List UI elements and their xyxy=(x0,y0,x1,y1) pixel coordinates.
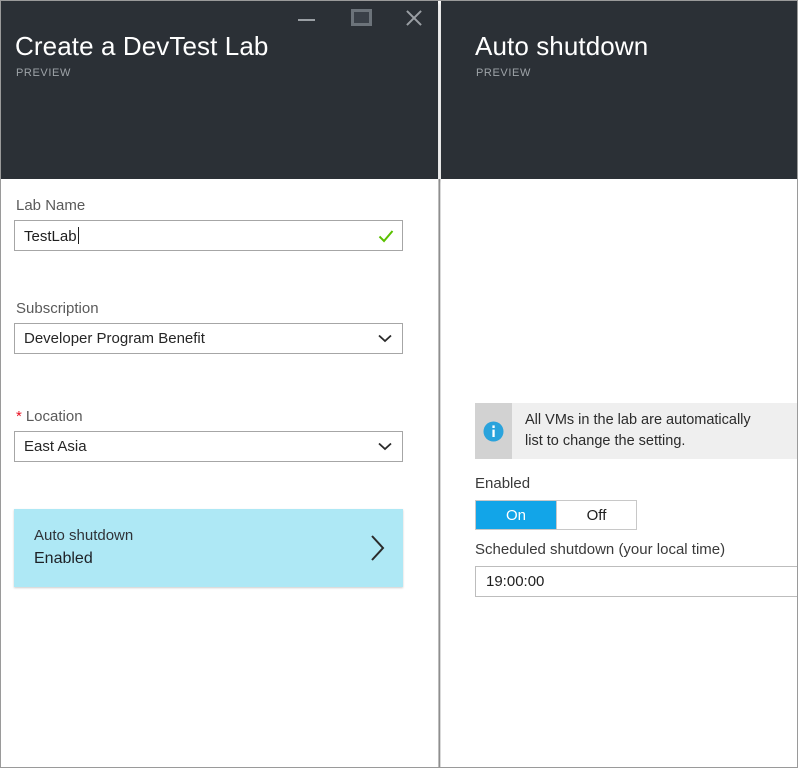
azure-portal-window: Create a DevTest Lab PREVIEW Lab Name Te… xyxy=(0,0,798,768)
subscription-label: Subscription xyxy=(16,300,99,317)
chevron-down-icon xyxy=(378,442,392,451)
enabled-label: Enabled xyxy=(475,475,531,492)
location-value: East Asia xyxy=(24,438,87,455)
lab-name-label: Lab Name xyxy=(16,197,86,214)
chevron-down-icon xyxy=(378,334,392,343)
preview-badge: PREVIEW xyxy=(16,67,71,79)
location-label-text: Location xyxy=(25,408,83,425)
blade-create-devtest-lab: Create a DevTest Lab PREVIEW Lab Name Te… xyxy=(1,1,438,767)
enabled-option-off[interactable]: Off xyxy=(556,501,636,529)
info-banner-text: All VMs in the lab are automatically lis… xyxy=(512,403,797,459)
minimize-button[interactable] xyxy=(292,5,322,31)
info-banner-icon-column xyxy=(475,403,512,459)
restore-icon xyxy=(351,9,372,26)
enabled-toggle[interactable]: On Off xyxy=(475,500,637,530)
info-banner: All VMs in the lab are automatically lis… xyxy=(475,403,797,459)
lab-name-input[interactable]: TestLab xyxy=(14,220,403,251)
blade-auto-shutdown: Auto shutdown PREVIEW All VMs in the lab… xyxy=(441,1,797,767)
auto-shutdown-tile-title: Auto shutdown xyxy=(34,527,134,544)
page-title: Create a DevTest Lab xyxy=(15,31,269,61)
right-blade-header: Auto shutdown PREVIEW xyxy=(441,1,797,179)
info-icon xyxy=(483,421,504,441)
info-banner-line-1: All VMs in the lab are automatically xyxy=(525,412,751,428)
auto-shutdown-page-title: Auto shutdown xyxy=(475,31,649,61)
auto-shutdown-tile-status: Enabled xyxy=(34,550,93,567)
scheduled-shutdown-input[interactable]: 19:00:00 xyxy=(475,566,797,597)
enabled-option-on[interactable]: On xyxy=(476,501,556,529)
checkmark-icon xyxy=(378,229,394,242)
window-controls xyxy=(292,1,430,35)
required-marker: * xyxy=(16,408,22,425)
right-blade-body: All VMs in the lab are automatically lis… xyxy=(441,179,797,767)
scheduled-shutdown-value: 19:00:00 xyxy=(486,573,545,590)
lab-name-value: TestLab xyxy=(24,227,77,245)
location-select[interactable]: East Asia xyxy=(14,431,403,462)
close-button[interactable] xyxy=(400,5,430,31)
restore-button[interactable] xyxy=(346,5,376,31)
left-blade-header: Create a DevTest Lab PREVIEW xyxy=(1,1,438,179)
info-banner-line-2: list to change the setting. xyxy=(525,433,686,449)
auto-shutdown-tile[interactable]: Auto shutdown Enabled xyxy=(14,509,403,587)
auto-shutdown-preview-badge: PREVIEW xyxy=(476,67,531,79)
chevron-right-icon xyxy=(371,535,385,561)
subscription-value: Developer Program Benefit xyxy=(24,330,205,347)
left-blade-body: Lab Name TestLab Subscription Developer … xyxy=(1,179,438,767)
location-label: * Location xyxy=(16,408,83,425)
subscription-select[interactable]: Developer Program Benefit xyxy=(14,323,403,354)
minimize-icon xyxy=(298,19,315,21)
text-caret xyxy=(77,226,79,244)
close-icon xyxy=(404,8,423,27)
scheduled-shutdown-label: Scheduled shutdown (your local time) xyxy=(475,541,726,558)
